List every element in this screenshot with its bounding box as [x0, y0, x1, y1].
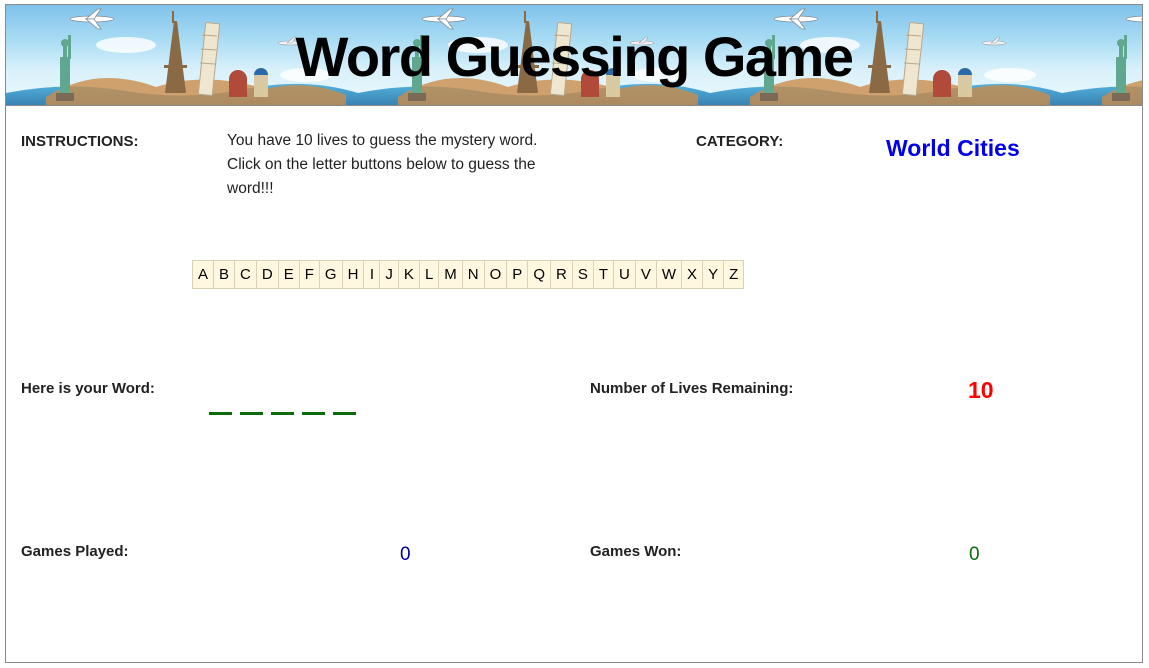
category-value: World Cities — [886, 135, 1020, 161]
letter-button-x[interactable]: X — [682, 261, 704, 288]
letter-button-m[interactable]: M — [439, 261, 463, 288]
page-title: Word Guessing Game — [295, 25, 854, 88]
letter-button-a[interactable]: A — [193, 261, 215, 288]
letter-button-g[interactable]: G — [319, 261, 343, 288]
word-label: Here is your Word: — [21, 380, 155, 397]
letter-button-r[interactable]: R — [550, 261, 573, 288]
word-blank-slot — [271, 412, 294, 415]
instructions-line-2: Click on the letter buttons below to gue… — [227, 156, 536, 173]
instructions-label: INSTRUCTIONS: — [21, 133, 139, 150]
letter-button-q[interactable]: Q — [528, 261, 551, 288]
letter-button-i[interactable]: I — [364, 261, 381, 288]
letter-button-f[interactable]: F — [299, 261, 320, 288]
letter-button-b[interactable]: B — [214, 261, 236, 288]
letter-button-z[interactable]: Z — [724, 261, 744, 288]
letter-button-l[interactable]: L — [419, 261, 440, 288]
word-blank-slot — [302, 412, 325, 415]
letter-button-h[interactable]: H — [342, 261, 365, 288]
instructions-line-1: You have 10 lives to guess the mystery w… — [227, 132, 538, 149]
letter-button-p[interactable]: P — [507, 261, 529, 288]
games-won-label: Games Won: — [590, 543, 682, 560]
game-container: Word Guessing Game INSTRUCTIONS: You hav… — [5, 4, 1143, 663]
word-blanks — [209, 412, 356, 415]
word-blank-slot — [240, 412, 263, 415]
letter-button-y[interactable]: Y — [703, 261, 725, 288]
header-banner: Word Guessing Game — [6, 5, 1142, 106]
lives-remaining-value: 10 — [968, 377, 994, 403]
letter-button-t[interactable]: T — [593, 261, 615, 288]
games-played-value: 0 — [400, 544, 411, 565]
letter-button-c[interactable]: C — [235, 261, 257, 288]
letter-button-d[interactable]: D — [256, 261, 279, 288]
letter-button-e[interactable]: E — [278, 261, 300, 288]
games-won-value: 0 — [969, 544, 980, 565]
letter-button-v[interactable]: V — [635, 261, 657, 288]
letter-button-u[interactable]: U — [614, 261, 636, 288]
games-played-label: Games Played: — [21, 543, 129, 560]
letter-button-k[interactable]: K — [398, 261, 420, 288]
letter-button-n[interactable]: N — [462, 261, 485, 288]
letter-button-w[interactable]: W — [656, 261, 683, 288]
letter-button-row: ABCDEFGHIJKLMNOPQRSTUVWXYZ — [192, 260, 745, 289]
letter-button-j[interactable]: J — [380, 261, 399, 288]
category-label: CATEGORY: — [696, 133, 784, 150]
word-blank-slot — [209, 412, 232, 415]
lives-label: Number of Lives Remaining: — [590, 380, 794, 397]
word-blank-slot — [333, 412, 356, 415]
letter-button-o[interactable]: O — [484, 261, 508, 288]
instructions-line-3: word!!! — [227, 180, 274, 197]
letter-button-s[interactable]: S — [572, 261, 594, 288]
